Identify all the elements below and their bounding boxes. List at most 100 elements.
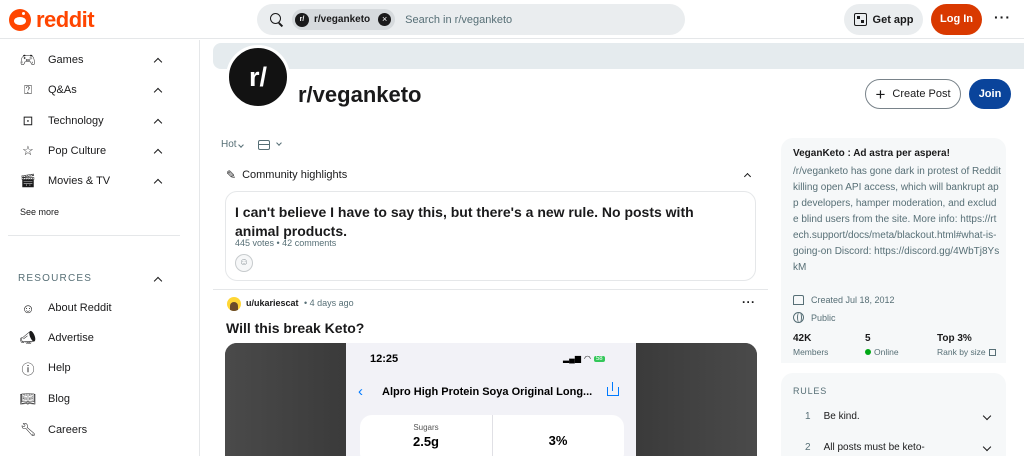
help-icon: ⓘ xyxy=(21,361,35,377)
sidebar-item-label: Careers xyxy=(48,424,88,436)
sidebar-item-label: Movies & TV xyxy=(48,175,111,187)
chevron-down-icon[interactable] xyxy=(984,444,991,451)
subreddit-chip-avatar: r/ xyxy=(295,12,309,27)
share-icon xyxy=(607,382,619,396)
chevron-up-icon[interactable] xyxy=(153,176,163,186)
nutrient-value: 2.5g xyxy=(412,434,439,449)
sidebar-item-label: About Reddit xyxy=(48,302,112,314)
reddit-logo-icon xyxy=(9,9,31,31)
create-post-button[interactable]: + Create Post xyxy=(865,79,961,109)
left-sidebar: 🎮︎ Games ⍰ Q&As ⊡ Technology ☆ Pop Cultu… xyxy=(0,40,200,456)
sidebar-item-qas[interactable]: ⍰ Q&As xyxy=(20,80,165,100)
nutrient-percent: 3% xyxy=(548,433,568,448)
back-chevron-icon: ‹ xyxy=(358,383,363,400)
gamepad-icon: 🎮︎ xyxy=(19,52,37,67)
sidebar-item-pop-culture[interactable]: ☆ Pop Culture xyxy=(20,141,165,161)
sidebar-item-label: Blog xyxy=(48,393,71,405)
post-author[interactable]: u/ukariescat xyxy=(246,298,299,308)
created-date: Created Jul 18, 2012 xyxy=(793,295,895,305)
megaphone-icon: 📣︎ xyxy=(19,330,37,345)
more-options-icon[interactable]: ··· xyxy=(994,9,1011,25)
pin-icon: ✎ xyxy=(226,168,237,182)
sidebar-item-about-reddit[interactable]: ☺ About Reddit xyxy=(20,298,165,318)
chevron-up-icon[interactable] xyxy=(153,85,163,95)
create-post-label: Create Post xyxy=(892,88,951,100)
chevron-down-icon[interactable] xyxy=(984,413,991,420)
created-label: Created Jul 18, 2012 xyxy=(811,295,895,305)
reddit-logo-text: reddit xyxy=(36,7,95,32)
subreddit-banner xyxy=(213,43,1024,69)
online-dot-icon xyxy=(865,349,871,355)
about-title: VeganKeto : Ad astra per aspera! xyxy=(793,148,950,159)
reddit-alien-icon: ☺ xyxy=(21,300,35,316)
plus-icon: + xyxy=(875,84,886,104)
rules-header: RULES xyxy=(793,386,828,396)
highlight-title[interactable]: I can't believe I have to say this, but … xyxy=(235,203,705,241)
about-community-panel: VeganKeto : Ad astra per aspera! /r/vega… xyxy=(781,138,1006,363)
community-highlights-header[interactable]: ✎ Community highlights xyxy=(226,168,756,182)
chip-icon: ⊡ xyxy=(22,113,34,128)
rule-item[interactable]: 1 Be kind. xyxy=(805,411,860,422)
post-more-options-icon[interactable]: ··· xyxy=(742,295,756,309)
sidebar-item-help[interactable]: ⓘ Help xyxy=(20,358,165,378)
search-scope-chip[interactable]: r/ r/veganketo × xyxy=(292,9,396,30)
phone-status-bar: ▂▄▆ ◠ 58 xyxy=(563,354,605,363)
chevron-up-icon[interactable] xyxy=(153,55,163,65)
sidebar-item-blog[interactable]: 📖︎ Blog xyxy=(20,389,165,409)
chevron-up-icon[interactable] xyxy=(153,116,163,126)
stat-value: 5 xyxy=(865,333,871,344)
get-app-button[interactable]: Get app xyxy=(844,4,923,35)
reddit-logo[interactable]: reddit xyxy=(9,7,95,33)
sidebar-item-advertise[interactable]: 📣︎ Advertise xyxy=(20,328,165,348)
search-scope-label: r/veganketo xyxy=(314,14,371,25)
visibility-label: Public xyxy=(811,312,836,323)
clapperboard-icon: 🎬︎ xyxy=(19,173,37,188)
post-image[interactable]: 12:25 ▂▄▆ ◠ 58 ‹ Alpro High Protein Soya… xyxy=(225,343,757,456)
rule-item[interactable]: 2 All posts must be keto- xyxy=(805,442,925,453)
sidebar-item-label: Advertise xyxy=(48,332,94,344)
about-description: /r/veganketo has gone dark in protest of… xyxy=(793,166,1001,273)
qa-icon: ⍰ xyxy=(24,82,32,97)
visibility: Public xyxy=(793,312,836,323)
stat-value: Top 3% xyxy=(937,333,972,344)
login-button[interactable]: Log In xyxy=(931,4,982,35)
highlight-card[interactable]: I can't believe I have to say this, but … xyxy=(225,191,756,281)
sidebar-item-technology[interactable]: ⊡ Technology xyxy=(20,111,165,131)
post-title[interactable]: Will this break Keto? xyxy=(226,320,364,336)
stat-rank[interactable]: Top 3% Rank by size xyxy=(937,333,996,357)
user-avatar[interactable] xyxy=(227,297,241,311)
book-icon: 📖︎ xyxy=(19,391,37,406)
sidebar-item-label: Technology xyxy=(48,115,104,127)
search-bar[interactable]: r/ r/veganketo × Search in r/veganketo xyxy=(257,4,685,35)
sort-dropdown[interactable]: Hot xyxy=(221,139,244,150)
subreddit-avatar: r/ xyxy=(226,45,290,109)
get-app-label: Get app xyxy=(872,13,914,26)
chevron-up-icon[interactable] xyxy=(153,146,163,156)
stat-members: 42K Members xyxy=(793,333,828,357)
sidebar-item-games[interactable]: 🎮︎ Games xyxy=(20,50,165,70)
chevron-down-icon[interactable] xyxy=(275,140,282,146)
star-icon: ☆ xyxy=(22,143,34,158)
search-input[interactable]: Search in r/veganketo xyxy=(405,14,512,26)
robot-avatar-icon: ☺ xyxy=(235,254,253,272)
sidebar-item-movies-tv[interactable]: 🎬︎ Movies & TV xyxy=(20,171,165,191)
post-timestamp: • 4 days ago xyxy=(304,298,354,308)
signal-icon: ▂▄▆ xyxy=(563,354,581,363)
join-button[interactable]: Join xyxy=(969,79,1011,109)
rule-number: 2 xyxy=(805,442,811,453)
stat-online: 5 Online xyxy=(865,333,899,357)
sidebar-item-label: Help xyxy=(48,362,71,374)
nutrient-label: Sugars xyxy=(413,423,439,432)
chevron-up-icon[interactable] xyxy=(745,172,751,178)
see-more-link[interactable]: See more xyxy=(20,207,59,217)
sidebar-item-careers[interactable]: 🔧︎ Careers xyxy=(20,420,165,440)
sidebar-item-label: Q&As xyxy=(48,84,77,96)
wrench-icon: 🔧︎ xyxy=(19,422,37,437)
globe-icon xyxy=(793,312,804,323)
view-layout-icon[interactable] xyxy=(257,139,270,150)
rules-panel: RULES 1 Be kind. 2 All posts must be ket… xyxy=(781,373,1006,456)
close-icon[interactable]: × xyxy=(378,13,392,26)
chevron-up-icon[interactable] xyxy=(153,274,163,284)
wifi-icon: ◠ xyxy=(583,354,591,363)
sort-controls: Hot xyxy=(221,139,282,150)
